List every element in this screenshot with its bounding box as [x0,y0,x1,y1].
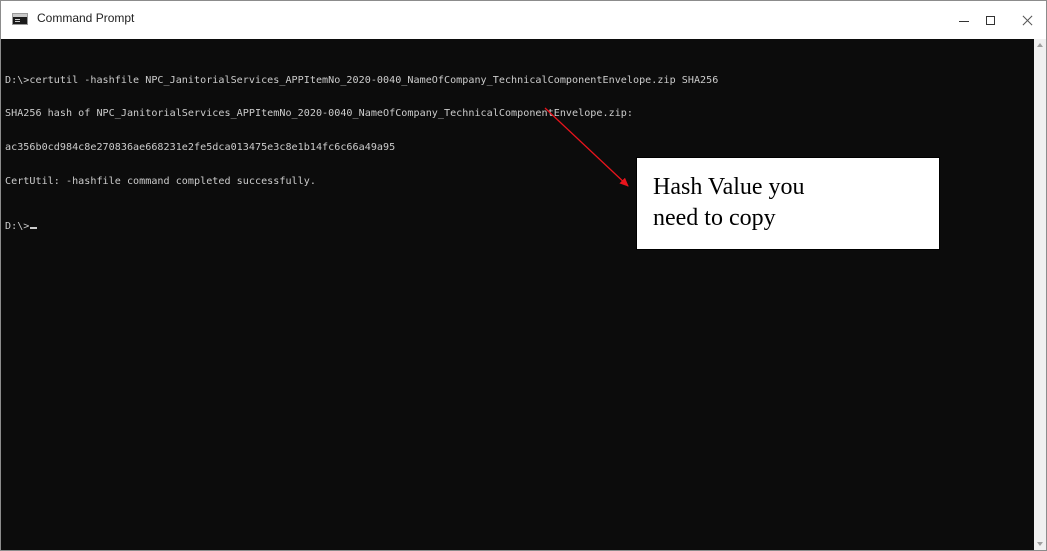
vertical-scrollbar[interactable] [1034,39,1046,550]
close-icon [1022,15,1033,26]
callout-line-2: need to copy [653,205,776,231]
scroll-down-icon[interactable] [1037,542,1043,546]
hash-callout-box: Hash Value you need to copy [636,157,940,250]
hash-value-line[interactable]: ac356b0cd984c8e270836ae668231e2fe5dca013… [5,142,718,153]
callout-line-1: Hash Value you [653,174,805,200]
prompt-text: D:\> [5,221,30,233]
window-title: Command Prompt [37,11,135,25]
hash-header-line: SHA256 hash of NPC_JanitorialServices_AP… [5,108,633,120]
maximize-button[interactable] [967,1,1013,39]
status-line: CertUtil: -hashfile command completed su… [5,176,316,188]
console-text: D:\>certutil -hashfile NPC_JanitorialSer… [5,52,718,255]
close-button[interactable] [1009,1,1046,39]
console-output[interactable]: D:\>certutil -hashfile NPC_JanitorialSer… [1,39,1034,550]
title-bar[interactable]: Command Prompt [1,1,1046,39]
command-prompt-window: Command Prompt D:\>certutil -hashfile NP… [0,0,1047,551]
cmd-icon [12,13,28,25]
maximize-icon [985,15,995,25]
command-line: D:\>certutil -hashfile NPC_JanitorialSer… [5,74,719,86]
text-cursor [30,227,38,230]
scroll-up-icon[interactable] [1037,43,1043,47]
prompt-line[interactable]: D:\> [5,221,718,232]
